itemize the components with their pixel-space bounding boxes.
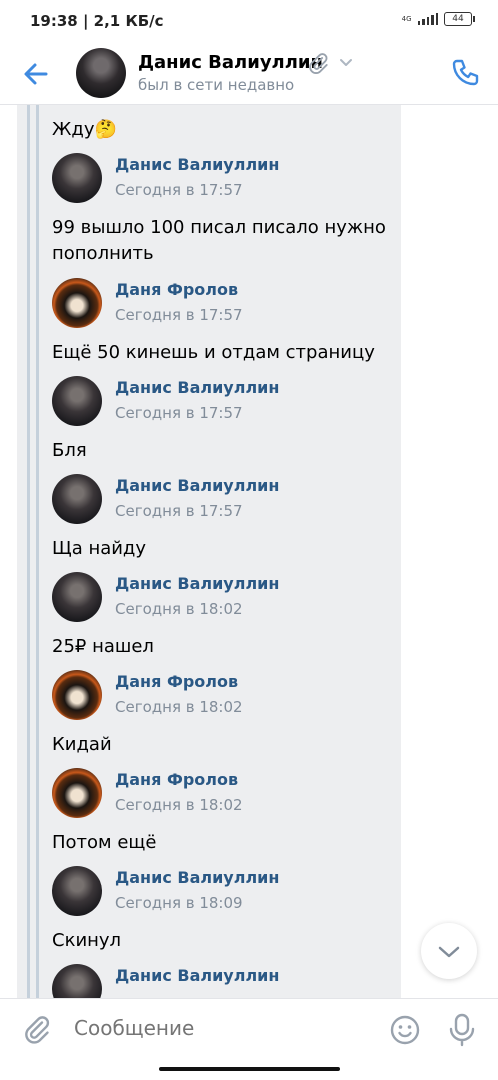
message-author[interactable]: Данис Валиуллин bbox=[115, 966, 279, 985]
message-text: Кидай bbox=[52, 734, 112, 755]
message-text: Ща найду bbox=[52, 538, 147, 559]
message-text: Жду🤔 bbox=[52, 119, 117, 140]
status-time: 19:38 | 2,1 КБ/с bbox=[30, 12, 164, 30]
chevron-down-icon[interactable] bbox=[338, 54, 354, 70]
status-bar: 19:38 | 2,1 КБ/с 4G 44 bbox=[0, 0, 498, 44]
message-time: Сегодня в 17:57 bbox=[115, 404, 243, 422]
avatar[interactable] bbox=[52, 964, 102, 998]
message-author-row: Данис Валиуллин bbox=[52, 964, 392, 998]
paperclip-icon bbox=[309, 53, 328, 74]
message-input[interactable] bbox=[74, 1016, 374, 1040]
message-time: Сегодня в 17:57 bbox=[115, 306, 243, 324]
avatar[interactable] bbox=[52, 768, 102, 818]
online-status: был в сети недавно bbox=[138, 76, 295, 94]
scroll-down-button[interactable] bbox=[421, 923, 477, 979]
message-text: Скинул bbox=[52, 930, 122, 951]
message-author[interactable]: Данис Валиуллин bbox=[115, 868, 279, 887]
avatar[interactable] bbox=[52, 866, 102, 916]
avatar[interactable] bbox=[52, 572, 102, 622]
message-text: Потом ещё bbox=[52, 832, 157, 853]
signal-icon bbox=[417, 13, 438, 25]
status-icons: 4G 44 bbox=[401, 12, 475, 26]
message-author-row: Даня Фролов Сегодня в 17:57 bbox=[52, 278, 392, 330]
message-time: Сегодня в 18:02 bbox=[115, 698, 243, 716]
chat-header: Данис Валиуллин был в сети недавно bbox=[0, 44, 498, 105]
avatar[interactable] bbox=[52, 278, 102, 328]
message-text: 99 вышло 100 писал писало нужно пополнит… bbox=[52, 217, 386, 264]
message-author-row: Данис Валиуллин Сегодня в 17:57 bbox=[52, 474, 392, 526]
message-author-row: Даня Фролов Сегодня в 18:02 bbox=[52, 670, 392, 722]
message-author[interactable]: Даня Фролов bbox=[115, 280, 238, 299]
avatar[interactable] bbox=[52, 376, 102, 426]
forward-indent-line bbox=[36, 105, 39, 998]
avatar[interactable] bbox=[52, 474, 102, 524]
network-label: 4G bbox=[401, 14, 412, 23]
message-time: Сегодня в 18:02 bbox=[115, 796, 243, 814]
message-author[interactable]: Даня Фролов bbox=[115, 672, 238, 691]
message-time: Сегодня в 18:02 bbox=[115, 600, 243, 618]
message-author[interactable]: Данис Валиуллин bbox=[115, 155, 279, 174]
message-time: Сегодня в 17:57 bbox=[115, 502, 243, 520]
message-text: 25₽ нашел bbox=[52, 636, 154, 657]
message-time: Сегодня в 17:57 bbox=[115, 181, 243, 199]
message-author[interactable]: Данис Валиуллин bbox=[115, 574, 279, 593]
message-text: Ещё 50 кинешь и отдам страницу bbox=[52, 342, 375, 363]
message-author-row: Даня Фролов Сегодня в 18:02 bbox=[52, 768, 392, 820]
chevron-down-icon bbox=[438, 946, 460, 958]
message-author[interactable]: Данис Валиуллин bbox=[115, 378, 279, 397]
emoji-icon[interactable] bbox=[389, 1014, 421, 1046]
paperclip-icon[interactable] bbox=[22, 1015, 52, 1045]
battery-icon: 44 bbox=[444, 12, 475, 26]
message-author-row: Данис Валиуллин Сегодня в 18:02 bbox=[52, 572, 392, 624]
message-author-row: Данис Валиуллин Сегодня в 17:57 bbox=[52, 153, 392, 205]
message-author-row: Данис Валиуллин Сегодня в 17:57 bbox=[52, 376, 392, 428]
message-composer bbox=[0, 998, 498, 1061]
message-author-row: Данис Валиуллин Сегодня в 18:09 bbox=[52, 866, 392, 918]
phone-icon[interactable] bbox=[448, 56, 482, 90]
avatar[interactable] bbox=[52, 670, 102, 720]
avatar[interactable] bbox=[76, 48, 126, 98]
avatar[interactable] bbox=[52, 153, 102, 203]
message-time: Сегодня в 18:09 bbox=[115, 894, 243, 912]
system-nav-bar bbox=[0, 1060, 498, 1080]
message-list[interactable]: Жду🤔 Данис Валиуллин Сегодня в 17:57 99 … bbox=[0, 105, 498, 998]
forward-indent-line bbox=[27, 105, 30, 998]
microphone-icon[interactable] bbox=[448, 1013, 476, 1047]
chat-title[interactable]: Данис Валиуллин bbox=[138, 52, 323, 73]
message-author[interactable]: Даня Фролов bbox=[115, 770, 238, 789]
message-text: Бля bbox=[52, 440, 87, 461]
home-indicator[interactable] bbox=[159, 1067, 340, 1071]
message-author[interactable]: Данис Валиуллин bbox=[115, 476, 279, 495]
arrow-left-icon[interactable] bbox=[20, 58, 52, 90]
